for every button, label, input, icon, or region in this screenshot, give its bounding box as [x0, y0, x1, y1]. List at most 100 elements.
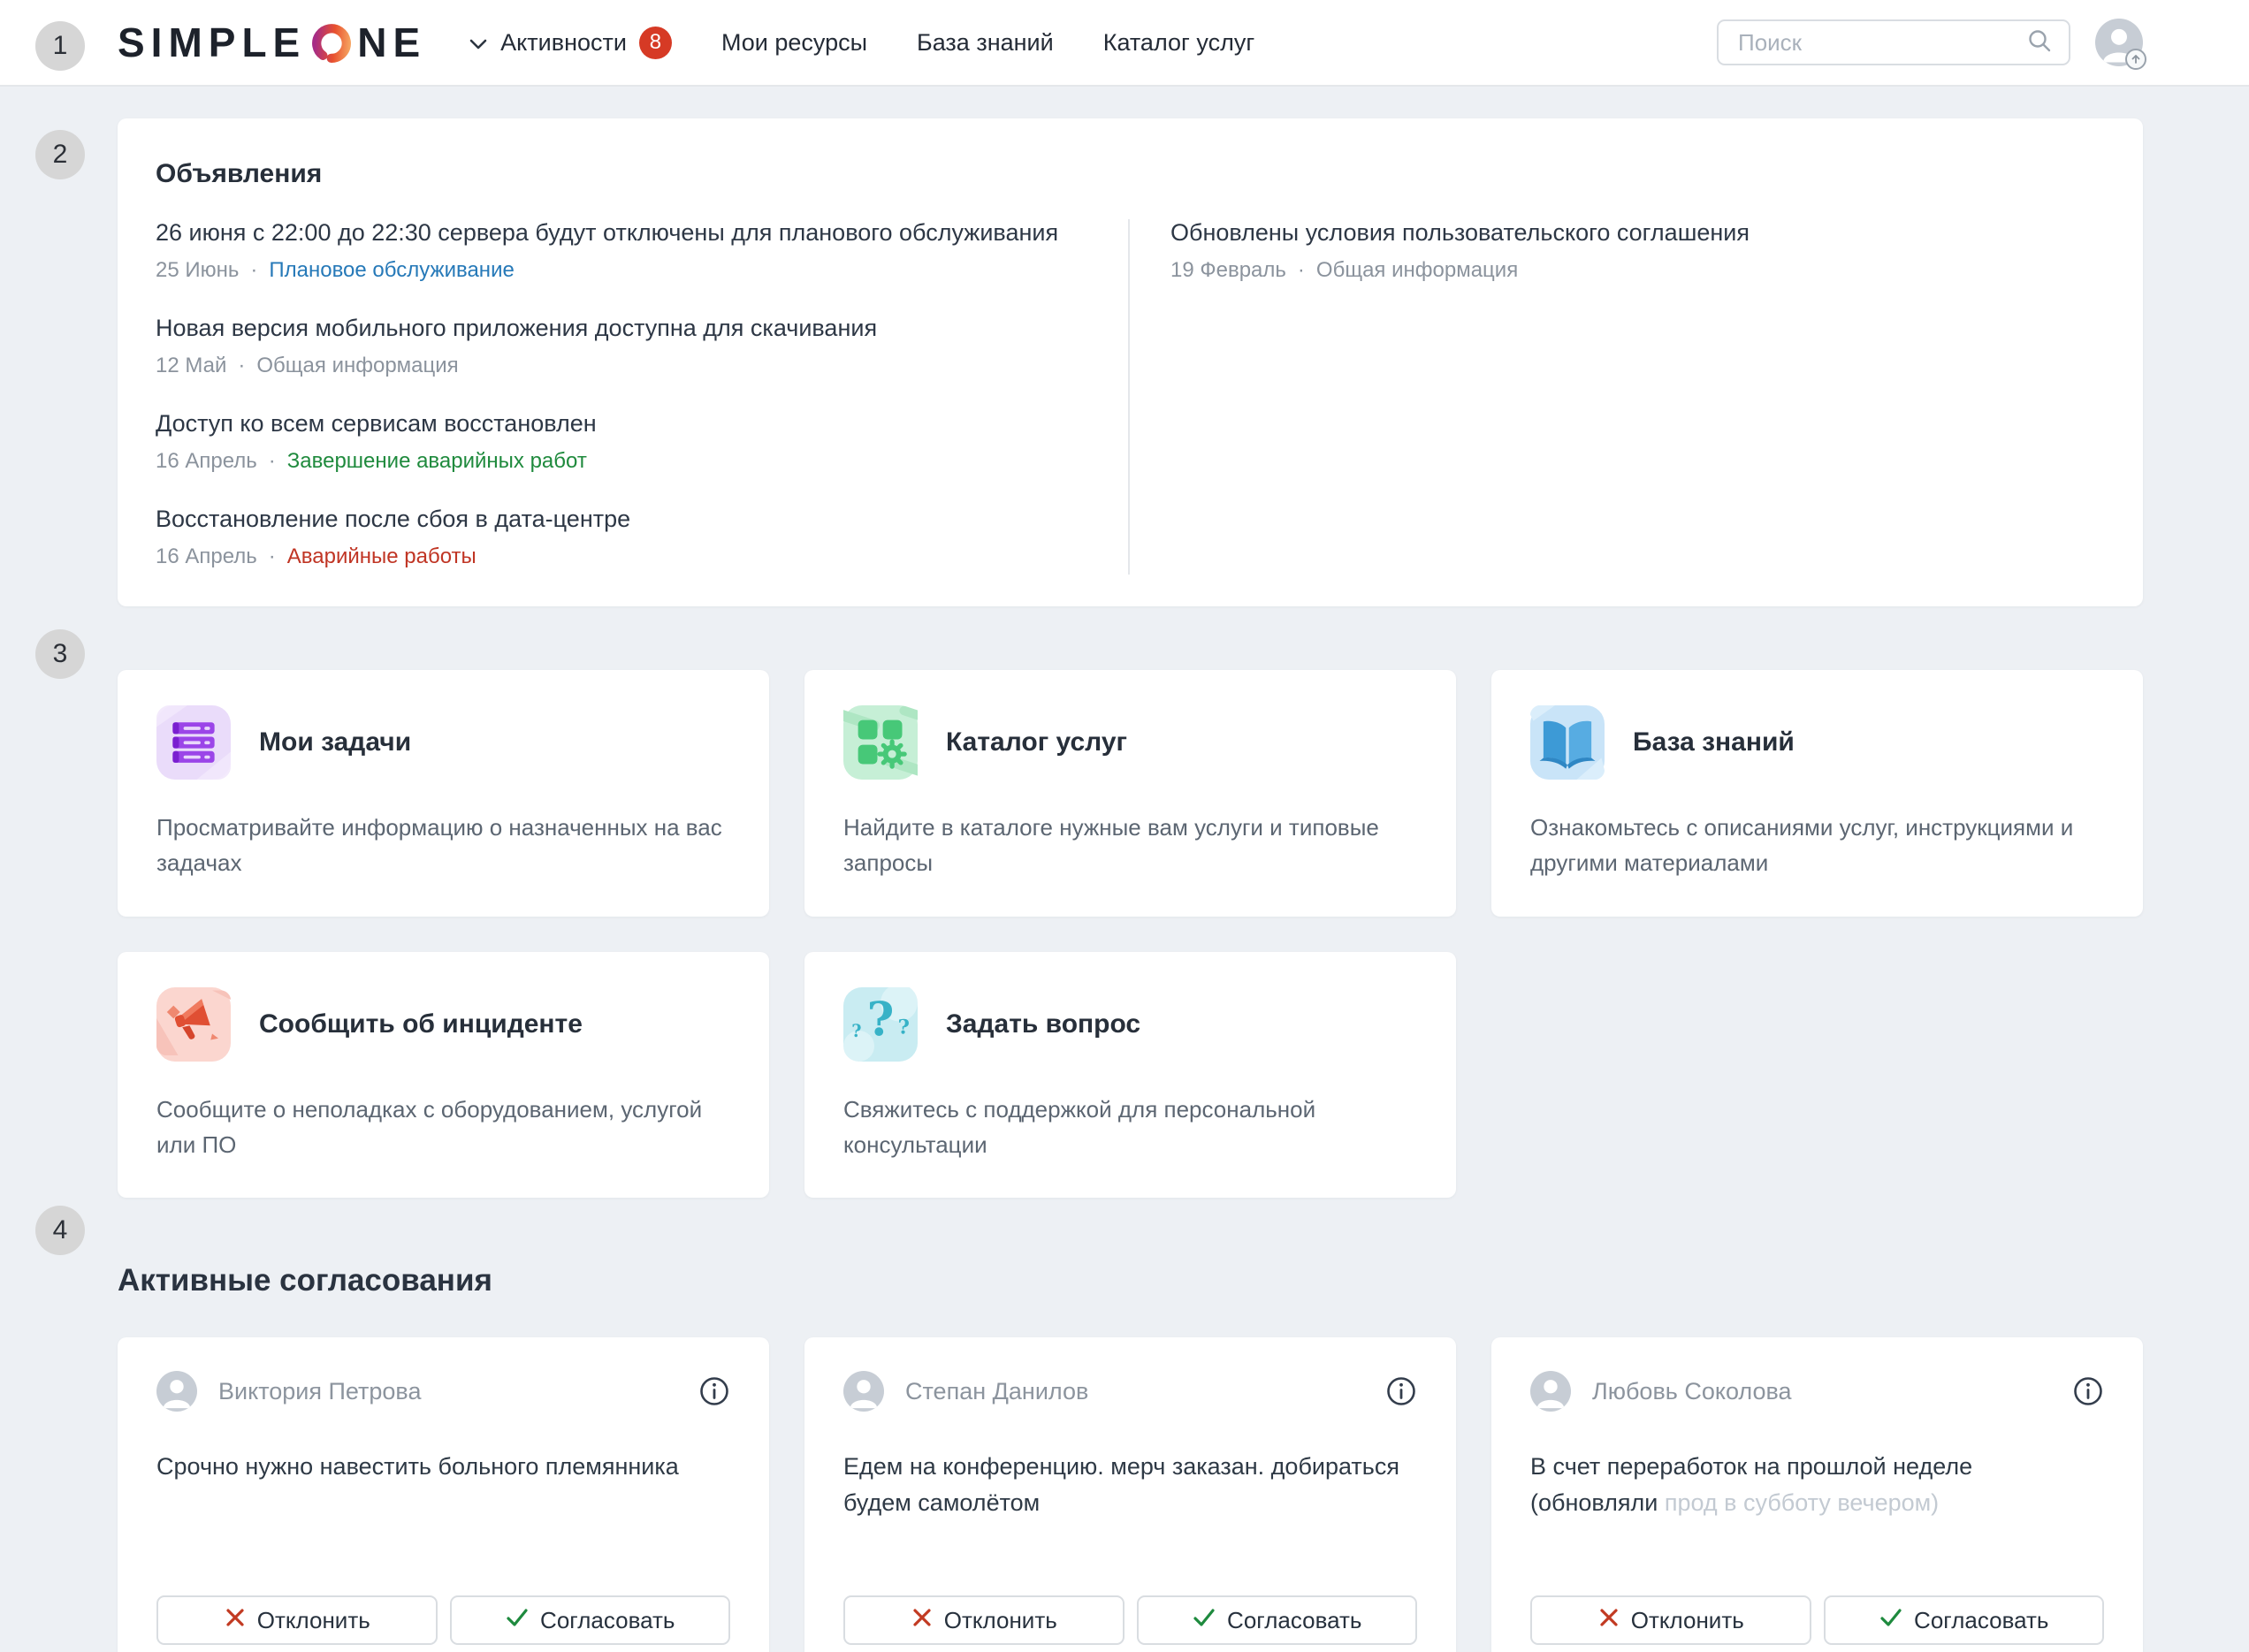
approval-requester-name: Степан Данилов: [905, 1378, 1088, 1405]
announcements-divider: [1128, 219, 1130, 575]
announcement-category[interactable]: Общая информация: [1316, 258, 1518, 283]
approval-text-faded: прод в субботу вечером): [1665, 1489, 1939, 1516]
announcements-card: Объявления 26 июня с 22:00 до 22:30 серв…: [118, 118, 2143, 606]
announcement-item: 26 июня с 22:00 до 22:30 сервера будут о…: [156, 219, 1087, 283]
nav-my-resources[interactable]: Мои ресурсы: [721, 29, 867, 57]
service-description: Ознакомьтесь с описаниями услуг, инструк…: [1530, 810, 2104, 881]
person-avatar-icon: [156, 1371, 197, 1412]
approve-button[interactable]: Согласовать: [1824, 1595, 2105, 1645]
search-icon[interactable]: [2026, 27, 2053, 58]
announcement-item: Новая версия мобильного приложения досту…: [156, 315, 1087, 378]
services-row-1: Мои задачи Просматривайте информацию о н…: [118, 670, 2143, 917]
approval-request-text: Срочно нужно навестить больного племянни…: [156, 1449, 730, 1595]
search-input[interactable]: [1736, 28, 2026, 57]
approval-requester-name: Виктория Петрова: [218, 1378, 422, 1405]
announcement-meta: 16 Апрель · Аварийные работы: [156, 544, 1087, 569]
approve-check-icon: [1192, 1606, 1216, 1635]
service-title: Каталог услуг: [946, 727, 1127, 757]
arrow-up-icon: [2125, 49, 2146, 70]
knowledge-base-icon: [1530, 705, 1605, 780]
approvals-grid: Виктория Петрова Срочно нужно навестить …: [118, 1337, 2143, 1652]
announcement-title[interactable]: Новая версия мобильного приложения досту…: [156, 315, 1087, 342]
service-description: Просматривайте информацию о назначенных …: [156, 810, 730, 881]
portal-home-page: 1 2 3 4 SIMPLE NE: [0, 0, 2249, 1652]
tasks-icon: [156, 705, 231, 780]
annotation-marker-1: 1: [35, 21, 85, 71]
logo-ring-icon: [306, 19, 357, 65]
service-description: Найдите в каталоге нужные вам услуги и т…: [843, 810, 1417, 881]
announcement-title[interactable]: Обновлены условия пользовательского согл…: [1170, 219, 2102, 247]
annotation-marker-3: 3: [35, 629, 85, 679]
logo-text-left: SIMPLE: [118, 19, 306, 66]
approval-card: Виктория Петрова Срочно нужно навестить …: [118, 1337, 769, 1652]
question-icon: ? ? ?: [843, 987, 918, 1062]
decline-x-icon: [911, 1606, 934, 1635]
nav-activities[interactable]: Активности 8: [469, 27, 672, 59]
announcement-title[interactable]: 26 июня с 22:00 до 22:30 сервера будут о…: [156, 219, 1087, 247]
service-title: База знаний: [1633, 727, 1795, 757]
announcements-columns: 26 июня с 22:00 до 22:30 сервера будут о…: [156, 219, 2102, 575]
announcement-meta: 19 Февраль · Общая информация: [1170, 258, 2102, 283]
announcement-meta: 25 Июнь · Плановое обслуживание: [156, 258, 1087, 283]
user-avatar[interactable]: [2095, 19, 2143, 66]
dot-separator: ·: [238, 354, 245, 378]
decline-button[interactable]: Отклонить: [156, 1595, 438, 1645]
incident-icon: [156, 987, 231, 1062]
approval-card: Любовь Соколова В счет переработок на пр…: [1491, 1337, 2143, 1652]
decline-button[interactable]: Отклонить: [1530, 1595, 1811, 1645]
announcement-category[interactable]: Общая информация: [256, 354, 458, 378]
approval-text-main: Срочно нужно навестить больного племянни…: [156, 1453, 679, 1480]
approve-label: Согласовать: [540, 1607, 675, 1634]
service-card-catalog[interactable]: Каталог услуг Найдите в каталоге нужные …: [804, 670, 1456, 917]
announcements-right-column: Обновлены условия пользовательского согл…: [1170, 219, 2102, 575]
nav-knowledge-base[interactable]: База знаний: [917, 29, 1054, 57]
services-row-2: Сообщить об инциденте Сообщите о неполад…: [118, 952, 2143, 1199]
announcements-left-column: 26 июня с 22:00 до 22:30 сервера будут о…: [156, 219, 1087, 575]
approval-text-main: Едем на конференцию. мерч заказан. добир…: [843, 1453, 1399, 1516]
announcement-category[interactable]: Аварийные работы: [287, 544, 476, 569]
svg-text:?: ?: [851, 1021, 861, 1041]
annotation-marker-2: 2: [35, 130, 85, 179]
service-title: Мои задачи: [259, 727, 411, 757]
announcement-item: Обновлены условия пользовательского согл…: [1170, 219, 2102, 283]
announcement-date: 19 Февраль: [1170, 258, 1286, 283]
dot-separator: ·: [269, 449, 276, 474]
approve-button[interactable]: Согласовать: [1137, 1595, 1418, 1645]
info-icon[interactable]: [698, 1375, 730, 1407]
top-navigation-bar: SIMPLE NE: [0, 0, 2249, 87]
approval-request-text: В счет переработок на прошлой неделе (об…: [1530, 1449, 2104, 1595]
main-nav: Активности 8 Мои ресурсы База знаний Кат…: [469, 27, 1254, 59]
announcement-date: 25 Июнь: [156, 258, 239, 283]
info-icon[interactable]: [1385, 1375, 1417, 1407]
decline-button[interactable]: Отклонить: [843, 1595, 1124, 1645]
announcement-category[interactable]: Плановое обслуживание: [269, 258, 514, 283]
service-card-incident[interactable]: Сообщить об инциденте Сообщите о неполад…: [118, 952, 769, 1199]
announcement-title[interactable]: Восстановление после сбоя в дата-центре: [156, 506, 1087, 533]
nav-activities-label: Активности: [500, 29, 627, 57]
logo-text-right: NE: [357, 19, 426, 66]
service-card-question[interactable]: ? ? ? Задать вопрос Свяжитесь с поддержк…: [804, 952, 1456, 1199]
approvals-section-title: Активные согласования: [118, 1263, 2143, 1298]
page-content: Объявления 26 июня с 22:00 до 22:30 серв…: [0, 118, 2249, 1652]
announcement-item: Восстановление после сбоя в дата-центре …: [156, 506, 1087, 569]
approve-button[interactable]: Согласовать: [450, 1595, 731, 1645]
service-card-knowledge[interactable]: База знаний Ознакомьтесь с описаниями ус…: [1491, 670, 2143, 917]
announcement-category[interactable]: Завершение аварийных работ: [287, 449, 587, 474]
service-title: Сообщить об инциденте: [259, 1009, 583, 1039]
simpleone-logo[interactable]: SIMPLE NE: [118, 19, 426, 66]
nav-service-catalog[interactable]: Каталог услуг: [1103, 29, 1254, 57]
person-avatar-icon: [843, 1371, 884, 1412]
announcement-date: 12 Май: [156, 354, 226, 378]
announcement-meta: 16 Апрель · Завершение аварийных работ: [156, 449, 1087, 474]
service-card-my-tasks[interactable]: Мои задачи Просматривайте информацию о н…: [118, 670, 769, 917]
announcement-title[interactable]: Доступ ко всем сервисам восстановлен: [156, 410, 1087, 438]
info-icon[interactable]: [2072, 1375, 2104, 1407]
decline-x-icon: [224, 1606, 247, 1635]
approve-label: Согласовать: [1227, 1607, 1361, 1634]
dot-separator: ·: [250, 258, 257, 283]
svg-text:?: ?: [867, 993, 895, 1047]
decline-x-icon: [1597, 1606, 1620, 1635]
announcement-meta: 12 Май · Общая информация: [156, 354, 1087, 378]
service-description: Свяжитесь с поддержкой для персональной …: [843, 1092, 1417, 1163]
approval-request-text: Едем на конференцию. мерч заказан. добир…: [843, 1449, 1417, 1595]
